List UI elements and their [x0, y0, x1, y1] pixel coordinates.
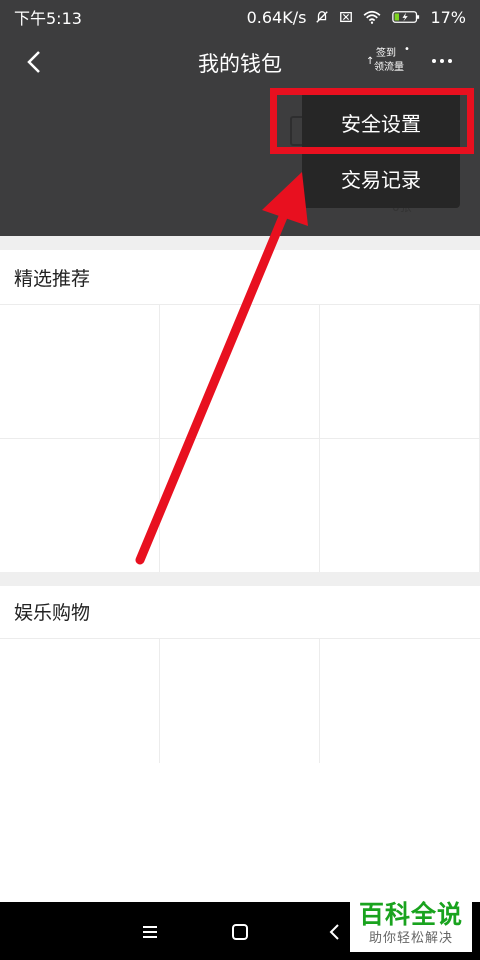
- grid-cell[interactable]: [320, 639, 480, 763]
- more-options-button[interactable]: [424, 48, 460, 74]
- featured-grid: [0, 304, 480, 573]
- home-icon: [232, 924, 248, 940]
- app-header: 我的钱包 ↑ 签到 • 领流量: [0, 34, 480, 88]
- battery-level: 17%: [430, 7, 466, 27]
- checkin-sublabel: 领流量: [374, 62, 404, 73]
- highlight-box: [270, 88, 474, 154]
- dot-icon: [440, 59, 444, 63]
- menu-item-transaction-records[interactable]: 交易记录: [302, 150, 460, 206]
- dot-icon: [448, 59, 452, 63]
- sim-icon: [340, 11, 353, 23]
- home-nav-button[interactable]: [226, 918, 254, 946]
- grid-cell[interactable]: [160, 639, 320, 763]
- menu-icon: [143, 926, 157, 938]
- grid-cell[interactable]: [0, 439, 160, 573]
- section-divider: [0, 572, 480, 586]
- badge-dot-icon: •: [404, 44, 410, 55]
- grid-cell[interactable]: [160, 305, 320, 439]
- grid-cell[interactable]: [0, 305, 160, 439]
- checkin-label: 签到: [376, 48, 396, 59]
- back-nav-button[interactable]: [320, 918, 348, 946]
- grid-cell[interactable]: [320, 439, 480, 573]
- entertainment-section-title: 娱乐购物: [14, 602, 91, 624]
- featured-section-title: 精选推荐: [14, 268, 91, 290]
- dot-icon: [432, 59, 436, 63]
- mute-icon: [316, 11, 329, 23]
- grid-cell[interactable]: [320, 305, 480, 439]
- entertainment-grid: [0, 638, 480, 763]
- checkin-button[interactable]: ↑ 签到 • 领流量: [364, 44, 410, 78]
- menu-nav-button[interactable]: [136, 918, 164, 946]
- battery-icon: [392, 11, 420, 23]
- status-bar: 下午5:13 0.64K/s 17%: [0, 0, 480, 34]
- grid-cell[interactable]: [160, 439, 320, 573]
- section-divider: [0, 236, 480, 250]
- grid-cell[interactable]: [0, 639, 160, 763]
- watermark-sub: 助你轻松解决: [368, 931, 453, 946]
- watermark-main: 百科全说: [358, 900, 463, 929]
- status-right: 0.64K/s 17%: [247, 8, 466, 27]
- back-icon: [329, 924, 339, 940]
- network-speed: 0.64K/s: [246, 7, 307, 27]
- status-time: 下午5:13: [14, 9, 82, 28]
- watermark-logo: 百科全说 助你轻松解决: [350, 900, 472, 952]
- wifi-icon: [363, 10, 381, 24]
